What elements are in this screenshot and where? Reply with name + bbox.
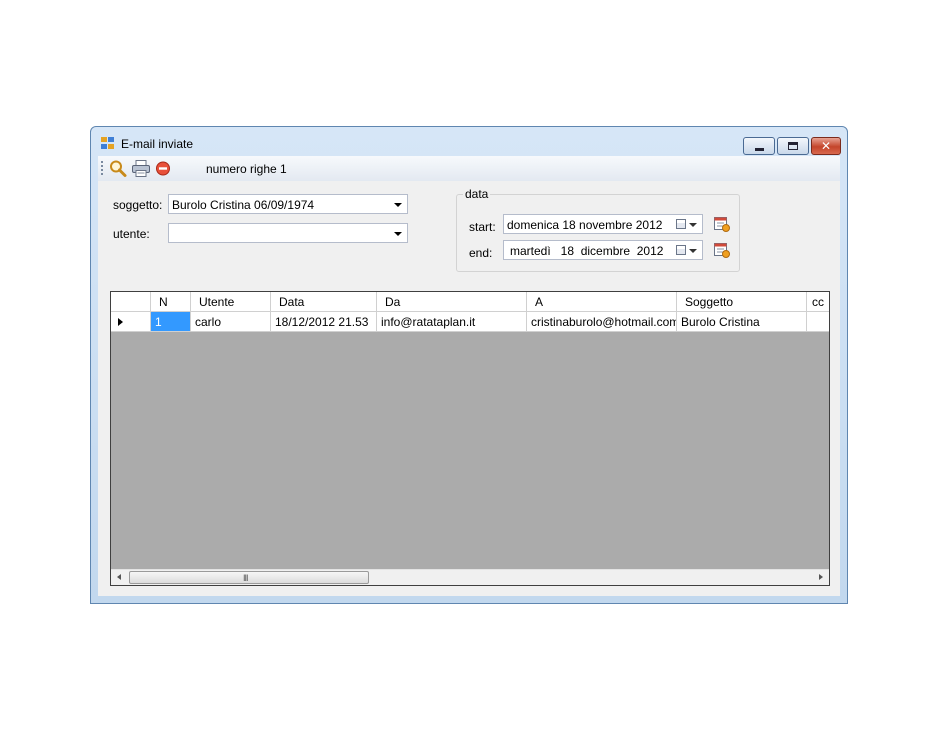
user-combobox[interactable] bbox=[168, 223, 408, 243]
rows-count-label: numero righe 1 bbox=[206, 162, 287, 176]
cell-a[interactable]: cristinaburolo@hotmail.com bbox=[527, 312, 677, 332]
maximize-button[interactable] bbox=[777, 137, 809, 155]
scroll-left-icon[interactable] bbox=[117, 574, 121, 580]
scroll-right-icon[interactable] bbox=[819, 574, 823, 580]
column-header-cc[interactable]: cc bbox=[807, 292, 829, 312]
row-header[interactable] bbox=[111, 312, 151, 332]
email-window: E-mail inviate ✕ numero righe 1 soggetto… bbox=[90, 126, 848, 604]
column-header-soggetto[interactable]: Soggetto bbox=[677, 292, 807, 312]
chevron-down-icon[interactable] bbox=[394, 232, 402, 236]
grid-header-row: N Utente Data Da A Soggetto cc bbox=[111, 292, 829, 312]
end-date-value: martedì 18 dicembre 2012 bbox=[510, 244, 664, 258]
start-date-apply-button[interactable] bbox=[713, 215, 731, 233]
toolbar: numero righe 1 bbox=[98, 156, 840, 181]
print-button[interactable] bbox=[131, 159, 151, 178]
app-icon bbox=[101, 137, 115, 150]
cell-utente[interactable]: carlo bbox=[191, 312, 271, 332]
row-pointer-icon bbox=[118, 318, 123, 326]
column-header-a[interactable]: A bbox=[527, 292, 677, 312]
title-bar[interactable]: E-mail inviate ✕ bbox=[91, 127, 847, 157]
date-groupbox: data start: domenica 18 novembre 2012 en… bbox=[456, 187, 740, 272]
subject-combobox[interactable]: Burolo Cristina 06/09/1974 bbox=[168, 194, 408, 214]
close-icon: ✕ bbox=[820, 139, 832, 153]
table-row[interactable]: 1 carlo 18/12/2012 21.53 info@ratataplan… bbox=[111, 312, 829, 332]
emails-datagrid[interactable]: N Utente Data Da A Soggetto cc 1 carlo 1… bbox=[110, 291, 830, 586]
toolbar-grip[interactable] bbox=[101, 161, 103, 175]
cell-soggetto[interactable]: Burolo Cristina bbox=[677, 312, 807, 332]
row-header-corner[interactable] bbox=[111, 292, 151, 312]
cell-da[interactable]: info@ratataplan.it bbox=[377, 312, 527, 332]
window-client-area: numero righe 1 soggetto: Burolo Cristina… bbox=[98, 156, 840, 596]
chevron-down-icon[interactable] bbox=[689, 223, 697, 227]
end-label: end: bbox=[469, 246, 493, 260]
column-header-n[interactable]: N bbox=[151, 292, 191, 312]
scrollbar-grip: III bbox=[243, 573, 248, 583]
start-label: start: bbox=[469, 220, 496, 234]
minimize-button[interactable] bbox=[743, 137, 775, 155]
maximize-icon bbox=[788, 142, 798, 150]
print-icon bbox=[132, 160, 150, 177]
start-date-value: domenica 18 novembre 2012 bbox=[507, 218, 663, 232]
calendar-icon[interactable] bbox=[676, 219, 686, 229]
subject-label: soggetto: bbox=[113, 198, 163, 212]
scrollbar-thumb[interactable]: III bbox=[129, 571, 369, 584]
cell-n[interactable]: 1 bbox=[151, 312, 191, 332]
minimize-icon bbox=[755, 148, 764, 151]
subject-value: Burolo Cristina 06/09/1974 bbox=[172, 198, 315, 212]
calendar-icon[interactable] bbox=[676, 245, 686, 255]
horizontal-scrollbar[interactable]: III bbox=[111, 569, 829, 585]
delete-button[interactable] bbox=[154, 159, 174, 178]
start-date-picker[interactable]: domenica 18 novembre 2012 bbox=[503, 214, 703, 234]
user-label: utente: bbox=[113, 227, 150, 241]
close-button[interactable]: ✕ bbox=[811, 137, 841, 155]
date-group-title: data bbox=[463, 187, 491, 201]
column-header-utente[interactable]: Utente bbox=[191, 292, 271, 312]
search-icon bbox=[110, 160, 127, 177]
cell-cc[interactable] bbox=[807, 312, 829, 332]
search-button[interactable] bbox=[108, 159, 128, 178]
chevron-down-icon[interactable] bbox=[394, 203, 402, 207]
window-title: E-mail inviate bbox=[121, 137, 194, 151]
column-header-da[interactable]: Da bbox=[377, 292, 527, 312]
cell-data[interactable]: 18/12/2012 21.53 bbox=[271, 312, 377, 332]
chevron-down-icon[interactable] bbox=[689, 249, 697, 253]
end-date-picker[interactable]: martedì 18 dicembre 2012 bbox=[503, 240, 703, 260]
end-date-apply-button[interactable] bbox=[713, 241, 731, 259]
delete-icon bbox=[156, 161, 170, 176]
calendar-filter-icon bbox=[714, 217, 730, 232]
column-header-data[interactable]: Data bbox=[271, 292, 377, 312]
calendar-filter-icon bbox=[714, 243, 730, 258]
